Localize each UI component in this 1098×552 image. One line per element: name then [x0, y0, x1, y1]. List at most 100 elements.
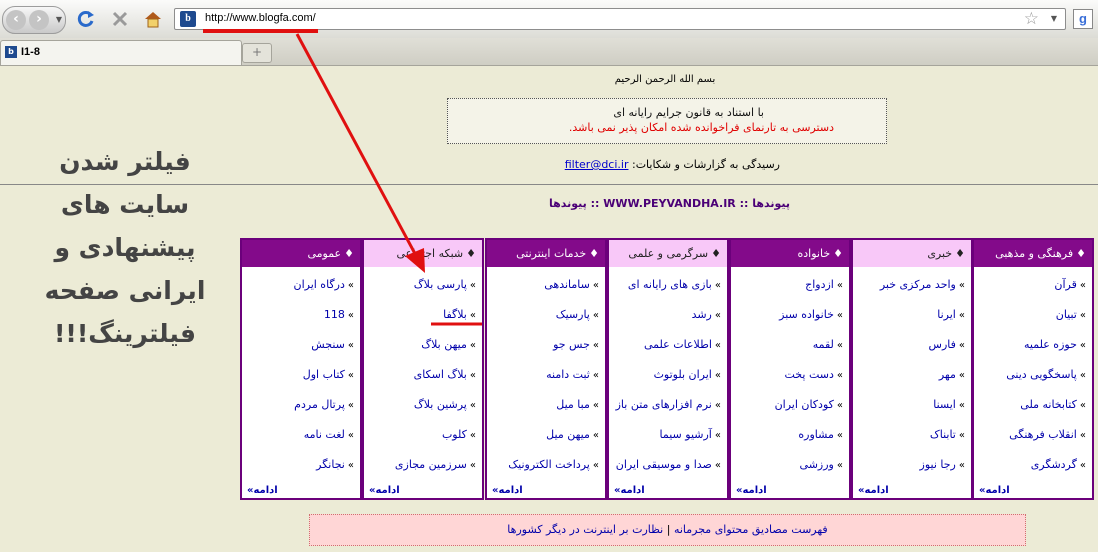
url-dropdown-icon[interactable]: ▼: [1051, 14, 1057, 23]
list-item[interactable]: »ایران بلوتوث: [609, 360, 727, 390]
list-item[interactable]: »قرآن: [974, 270, 1092, 300]
list-item[interactable]: »نرم افزارهای متن باز: [609, 390, 727, 420]
more-link[interactable]: ادامه»: [242, 485, 362, 496]
link-label[interactable]: واحد مرکزی خبر: [880, 278, 956, 291]
list-item[interactable]: »پرتال مردم: [242, 390, 360, 420]
list-item[interactable]: »نجانگر: [242, 450, 360, 480]
list-item[interactable]: »واحد مرکزی خبر: [853, 270, 971, 300]
link-label[interactable]: ساماندهی: [544, 278, 590, 291]
stop-icon[interactable]: [110, 9, 130, 29]
bookmark-star-icon[interactable]: ☆: [1024, 9, 1039, 29]
link-label[interactable]: ورزشی: [800, 458, 834, 471]
more-link[interactable]: ادامه»: [487, 485, 607, 496]
link-label[interactable]: 118: [324, 308, 345, 321]
more-link[interactable]: ادامه»: [731, 485, 851, 496]
link-label[interactable]: پرتال مردم: [294, 398, 345, 411]
link-label[interactable]: صدا و موسیقی ایران: [616, 458, 712, 471]
link-label[interactable]: مبا میل: [556, 398, 590, 411]
link-label[interactable]: لغت نامه: [304, 428, 345, 441]
list-item[interactable]: »مهر: [853, 360, 971, 390]
list-item[interactable]: »تابناک: [853, 420, 971, 450]
list-item[interactable]: »بلاگفا: [364, 300, 482, 330]
more-label[interactable]: ادامه: [620, 485, 644, 496]
list-item[interactable]: »مشاوره: [731, 420, 849, 450]
link-label[interactable]: پرداخت الکترونیک: [508, 458, 590, 471]
footer-link-internet-monitoring[interactable]: نظارت بر اینترنت در دیگر کشورها: [507, 523, 663, 536]
link-label[interactable]: فارس: [929, 338, 956, 351]
more-link[interactable]: ادامه»: [364, 485, 484, 496]
list-item[interactable]: »پارسی بلاگ: [364, 270, 482, 300]
list-item[interactable]: »حوزه علمیه: [974, 330, 1092, 360]
more-label[interactable]: ادامه: [742, 485, 766, 496]
list-item[interactable]: »سنجش: [242, 330, 360, 360]
link-label[interactable]: اطلاعات علمی: [644, 338, 712, 351]
link-label[interactable]: تابناک: [930, 428, 956, 441]
more-label[interactable]: ادامه: [864, 485, 888, 496]
list-item[interactable]: »تبیان: [974, 300, 1092, 330]
footer-link-criminal-content[interactable]: فهرست مصادیق محتوای مجرمانه: [674, 523, 828, 536]
link-label[interactable]: ثبت دامنه: [546, 368, 590, 381]
tab-active[interactable]: b I1-8: [0, 40, 242, 65]
reload-icon[interactable]: [76, 9, 96, 29]
list-item[interactable]: »ازدواج: [731, 270, 849, 300]
list-item[interactable]: »گردشگری: [974, 450, 1092, 480]
list-item[interactable]: »جس جو: [487, 330, 605, 360]
new-tab-button[interactable]: +: [242, 43, 272, 63]
link-label[interactable]: بازی های رایانه ای: [628, 278, 712, 291]
list-item[interactable]: »صدا و موسیقی ایران: [609, 450, 727, 480]
list-item[interactable]: »ساماندهی: [487, 270, 605, 300]
link-label[interactable]: گردشگری: [1031, 458, 1077, 471]
more-label[interactable]: ادامه: [375, 485, 399, 496]
list-item[interactable]: »ایرنا: [853, 300, 971, 330]
link-label[interactable]: نجانگر: [316, 458, 345, 471]
list-item[interactable]: »سرزمین مجازی: [364, 450, 482, 480]
link-label[interactable]: پارسیک: [556, 308, 590, 321]
list-item[interactable]: »انقلاب فرهنگی: [974, 420, 1092, 450]
link-label[interactable]: دست پخت: [784, 368, 833, 381]
list-item[interactable]: »لقمه: [731, 330, 849, 360]
list-item[interactable]: »آرشیو سیما: [609, 420, 727, 450]
list-item[interactable]: »دست پخت: [731, 360, 849, 390]
link-label[interactable]: پرشین بلاگ: [414, 398, 467, 411]
list-item[interactable]: »ثبت دامنه: [487, 360, 605, 390]
list-item[interactable]: »پرداخت الکترونیک: [487, 450, 605, 480]
list-item[interactable]: »مبا میل: [487, 390, 605, 420]
list-item[interactable]: »میهن میل: [487, 420, 605, 450]
link-label[interactable]: رشد: [692, 308, 712, 321]
list-item[interactable]: »رشد: [609, 300, 727, 330]
list-item[interactable]: »118: [242, 300, 360, 330]
more-label[interactable]: ادامه: [498, 485, 522, 496]
url-text[interactable]: http://www.blogfa.com/: [205, 12, 316, 24]
link-label[interactable]: بلاگفا: [443, 308, 467, 321]
link-label[interactable]: انقلاب فرهنگی: [1009, 428, 1077, 441]
home-icon[interactable]: [143, 9, 163, 29]
list-item[interactable]: »ایسنا: [853, 390, 971, 420]
link-label[interactable]: کلوب: [442, 428, 467, 441]
list-item[interactable]: »کودکان ایران: [731, 390, 849, 420]
link-label[interactable]: میهن بلاگ: [421, 338, 467, 351]
link-label[interactable]: پارسی بلاگ: [414, 278, 467, 291]
list-item[interactable]: »خانواده سبز: [731, 300, 849, 330]
list-item[interactable]: »کلوب: [364, 420, 482, 450]
list-item[interactable]: »پارسیک: [487, 300, 605, 330]
link-label[interactable]: لقمه: [813, 338, 834, 351]
report-email-link[interactable]: filter@dci.ir: [565, 158, 629, 171]
link-label[interactable]: ازدواج: [805, 278, 834, 291]
list-item[interactable]: »لغت نامه: [242, 420, 360, 450]
list-item[interactable]: »فارس: [853, 330, 971, 360]
link-label[interactable]: نرم افزارهای متن باز: [616, 398, 712, 411]
list-item[interactable]: »کتابخانه ملی: [974, 390, 1092, 420]
list-item[interactable]: »ورزشی: [731, 450, 849, 480]
history-dropdown-icon[interactable]: ▼: [56, 15, 62, 24]
list-item[interactable]: »پاسخگویی دینی: [974, 360, 1092, 390]
link-label[interactable]: ایرنا: [937, 308, 956, 321]
list-item[interactable]: »اطلاعات علمی: [609, 330, 727, 360]
link-label[interactable]: درگاه ایران: [293, 278, 344, 291]
link-label[interactable]: کتابخانه ملی: [1020, 398, 1077, 411]
more-link[interactable]: ادامه»: [853, 485, 973, 496]
link-label[interactable]: مهر: [939, 368, 956, 381]
search-engine-icon[interactable]: g: [1073, 9, 1093, 29]
link-label[interactable]: قرآن: [1054, 278, 1076, 291]
link-label[interactable]: بلاگ اسکای: [414, 368, 467, 381]
link-label[interactable]: تبیان: [1056, 308, 1077, 321]
